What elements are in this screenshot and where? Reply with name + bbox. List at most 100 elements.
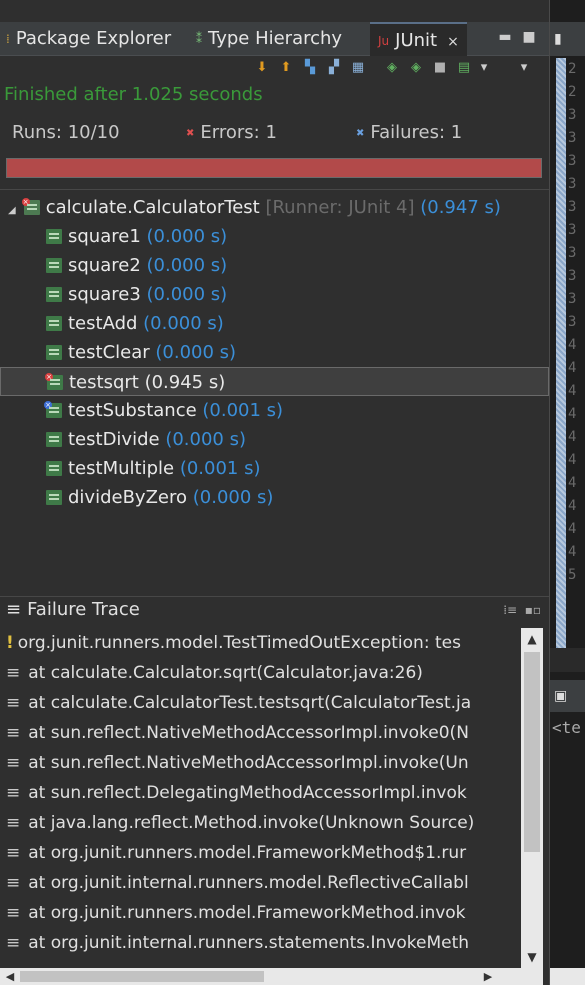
test-case-row[interactable]: testAdd (0.000 s): [0, 309, 549, 338]
minimize-icon[interactable]: ▬: [498, 22, 512, 56]
test-time: (0.000 s): [146, 255, 228, 276]
test-case-row[interactable]: square1 (0.000 s): [0, 222, 549, 251]
test-case-row[interactable]: square3 (0.000 s): [0, 280, 549, 309]
counter-panel: Runs: 10/10 ✖ Errors: 1 ✖ Failures: 1: [0, 118, 549, 148]
line-number: 4: [568, 383, 577, 399]
line-number: 4: [568, 452, 577, 468]
progress-bar: [6, 158, 542, 178]
finished-status: Finished after 1.025 seconds: [4, 84, 263, 105]
test-time: (0.945 s): [144, 372, 226, 393]
trace-line[interactable]: ! org.junit.runners.model.TestTimedOutExc…: [0, 628, 521, 658]
test-name: square3: [68, 284, 141, 305]
stop-icon[interactable]: ■: [432, 60, 448, 76]
test-name: testDivide: [68, 429, 160, 450]
stack-frame-icon: ≡: [6, 813, 21, 833]
line-number: 3: [568, 130, 577, 146]
test-passed-icon: [46, 490, 62, 505]
rerun-icon[interactable]: ◈: [384, 60, 400, 76]
close-icon[interactable]: ×: [447, 34, 459, 50]
scroll-right-icon[interactable]: ▶: [480, 968, 496, 985]
line-number: 4: [568, 544, 577, 560]
tree-root-suite[interactable]: ◢ × calculate.CalculatorTest [Runner: JUn…: [0, 193, 549, 222]
scroll-thumb[interactable]: [524, 652, 540, 852]
trace-line[interactable]: ≡ at calculate.Calculator.sqrt(Calculator…: [0, 658, 521, 688]
trace-line[interactable]: ≡ at sun.reflect.NativeMethodAccessorImpl…: [0, 748, 521, 778]
previous-failure-icon[interactable]: ⬆: [278, 60, 294, 76]
test-passed-icon: [46, 258, 62, 273]
line-number: 4: [568, 337, 577, 353]
test-name: divideByZero: [68, 487, 188, 508]
scroll-lock-icon[interactable]: ▞: [326, 60, 342, 76]
test-passed-icon: [46, 316, 62, 331]
scroll-down-icon[interactable]: ▼: [521, 946, 543, 968]
test-time: (0.000 s): [192, 487, 274, 508]
failure-trace-list: ! org.junit.runners.model.TestTimedOutExc…: [0, 628, 521, 968]
test-case-row[interactable]: square2 (0.000 s): [0, 251, 549, 280]
scroll-thumb-horizontal[interactable]: [20, 971, 264, 982]
history-dropdown-icon[interactable]: ▾: [476, 60, 492, 76]
failure-trace-header: ≡ Failure Trace ⁞≡ ▪▫: [0, 596, 549, 624]
console-scrollbar[interactable]: [550, 968, 585, 985]
editor-scrollbar[interactable]: [550, 648, 585, 672]
test-case-row[interactable]: divideByZero (0.000 s): [0, 483, 549, 512]
line-number: 4: [568, 429, 577, 445]
maximize-icon[interactable]: ■: [522, 22, 536, 56]
line-number: 3: [568, 107, 577, 123]
trace-line[interactable]: ≡ at calculate.CalculatorTest.testsqrt(Ca…: [0, 688, 521, 718]
line-number: 3: [568, 176, 577, 192]
test-case-row[interactable]: testClear (0.000 s): [0, 338, 549, 367]
line-number: 3: [568, 245, 577, 261]
editor-tab[interactable]: ▮: [550, 22, 585, 56]
filter-stack-trace-icon[interactable]: ⁞≡: [503, 603, 517, 617]
line-number: 4: [568, 521, 577, 537]
trace-line[interactable]: ≡ at org.junit.internal.runners.model.Ref…: [0, 868, 521, 898]
editor-gutter: [556, 58, 566, 648]
test-case-row[interactable]: × testSubstance (0.001 s): [0, 396, 549, 425]
next-failure-icon[interactable]: ⬇: [254, 60, 270, 76]
trace-line[interactable]: ≡ at org.junit.internal.runners.statement…: [0, 928, 521, 958]
tab-package-explorer[interactable]: ⁞ Package Explorer: [6, 22, 171, 56]
failure-icon: ✖: [356, 127, 365, 139]
view-tab-bar: ⁞ Package Explorer ⁑ Type Hierarchy Ju JUni…: [0, 22, 549, 56]
package-icon: ⁞: [6, 32, 10, 46]
test-suite-icon: ×: [21, 198, 40, 215]
view-menu-icon[interactable]: ▾: [516, 60, 532, 76]
test-case-row[interactable]: × testsqrt (0.945 s): [0, 367, 549, 396]
java-file-icon: ▮: [554, 31, 562, 47]
show-failures-only-icon[interactable]: ▚: [302, 60, 318, 76]
line-number: 4: [568, 475, 577, 491]
line-numbers: 2 2 3 3 3 3 3 3 3 3 3 3 4 4 4 4 4 4 4 4 4 4 5: [568, 58, 585, 587]
test-name: testsqrt: [69, 372, 139, 393]
scroll-left-icon[interactable]: ◀: [2, 968, 18, 985]
tab-type-hierarchy[interactable]: ⁑ Type Hierarchy: [196, 22, 342, 56]
trace-line[interactable]: ≡ at org.junit.runners.model.FrameworkMet…: [0, 838, 521, 868]
layout-icon[interactable]: ▦: [350, 60, 366, 76]
vertical-scrollbar[interactable]: ▲ ▼: [521, 628, 543, 968]
trace-line[interactable]: ≡ at sun.reflect.NativeMethodAccessorImpl…: [0, 718, 521, 748]
console-tab[interactable]: ▣: [550, 680, 585, 712]
stack-frame-icon: ≡: [6, 723, 21, 743]
rerun-failed-first-icon[interactable]: ◈: [408, 60, 424, 76]
line-number: 3: [568, 222, 577, 238]
test-passed-icon: [46, 432, 62, 447]
horizontal-scrollbar[interactable]: ◀ ▶: [0, 968, 543, 985]
editor-pane: ▮ 2 2 3 3 3 3 3 3 3 3 3 3 4 4 4 4 4 4 4 4 4 4 5 ▣ <te: [549, 0, 585, 985]
test-case-row[interactable]: testDivide (0.000 s): [0, 425, 549, 454]
compare-result-icon[interactable]: ▪▫: [525, 603, 541, 617]
expand-icon[interactable]: ◢: [8, 196, 18, 225]
tab-junit[interactable]: Ju JUnit ×: [370, 22, 467, 56]
junit-toolbar: ⬇ ⬆ ▚ ▞ ▦ ◈ ◈ ■ ▤ ▾ ▾: [0, 56, 549, 82]
stack-frame-icon: ≡: [6, 873, 21, 893]
console-icon: ▣: [554, 688, 568, 704]
test-run-history-icon[interactable]: ▤: [456, 60, 472, 76]
scroll-up-icon[interactable]: ▲: [521, 628, 543, 650]
trace-line[interactable]: ≡ at java.lang.reflect.Method.invoke(Unkn…: [0, 808, 521, 838]
exception-icon: !: [6, 633, 14, 653]
test-passed-icon: [46, 345, 62, 360]
test-time: (0.001 s): [179, 458, 261, 479]
test-case-row[interactable]: testMultiple (0.001 s): [0, 454, 549, 483]
trace-line[interactable]: ≡ at org.junit.runners.model.FrameworkMet…: [0, 898, 521, 928]
trace-line[interactable]: ≡ at sun.reflect.DelegatingMethodAccessor…: [0, 778, 521, 808]
stack-trace-icon: ≡: [6, 599, 22, 620]
line-number: 3: [568, 153, 577, 169]
